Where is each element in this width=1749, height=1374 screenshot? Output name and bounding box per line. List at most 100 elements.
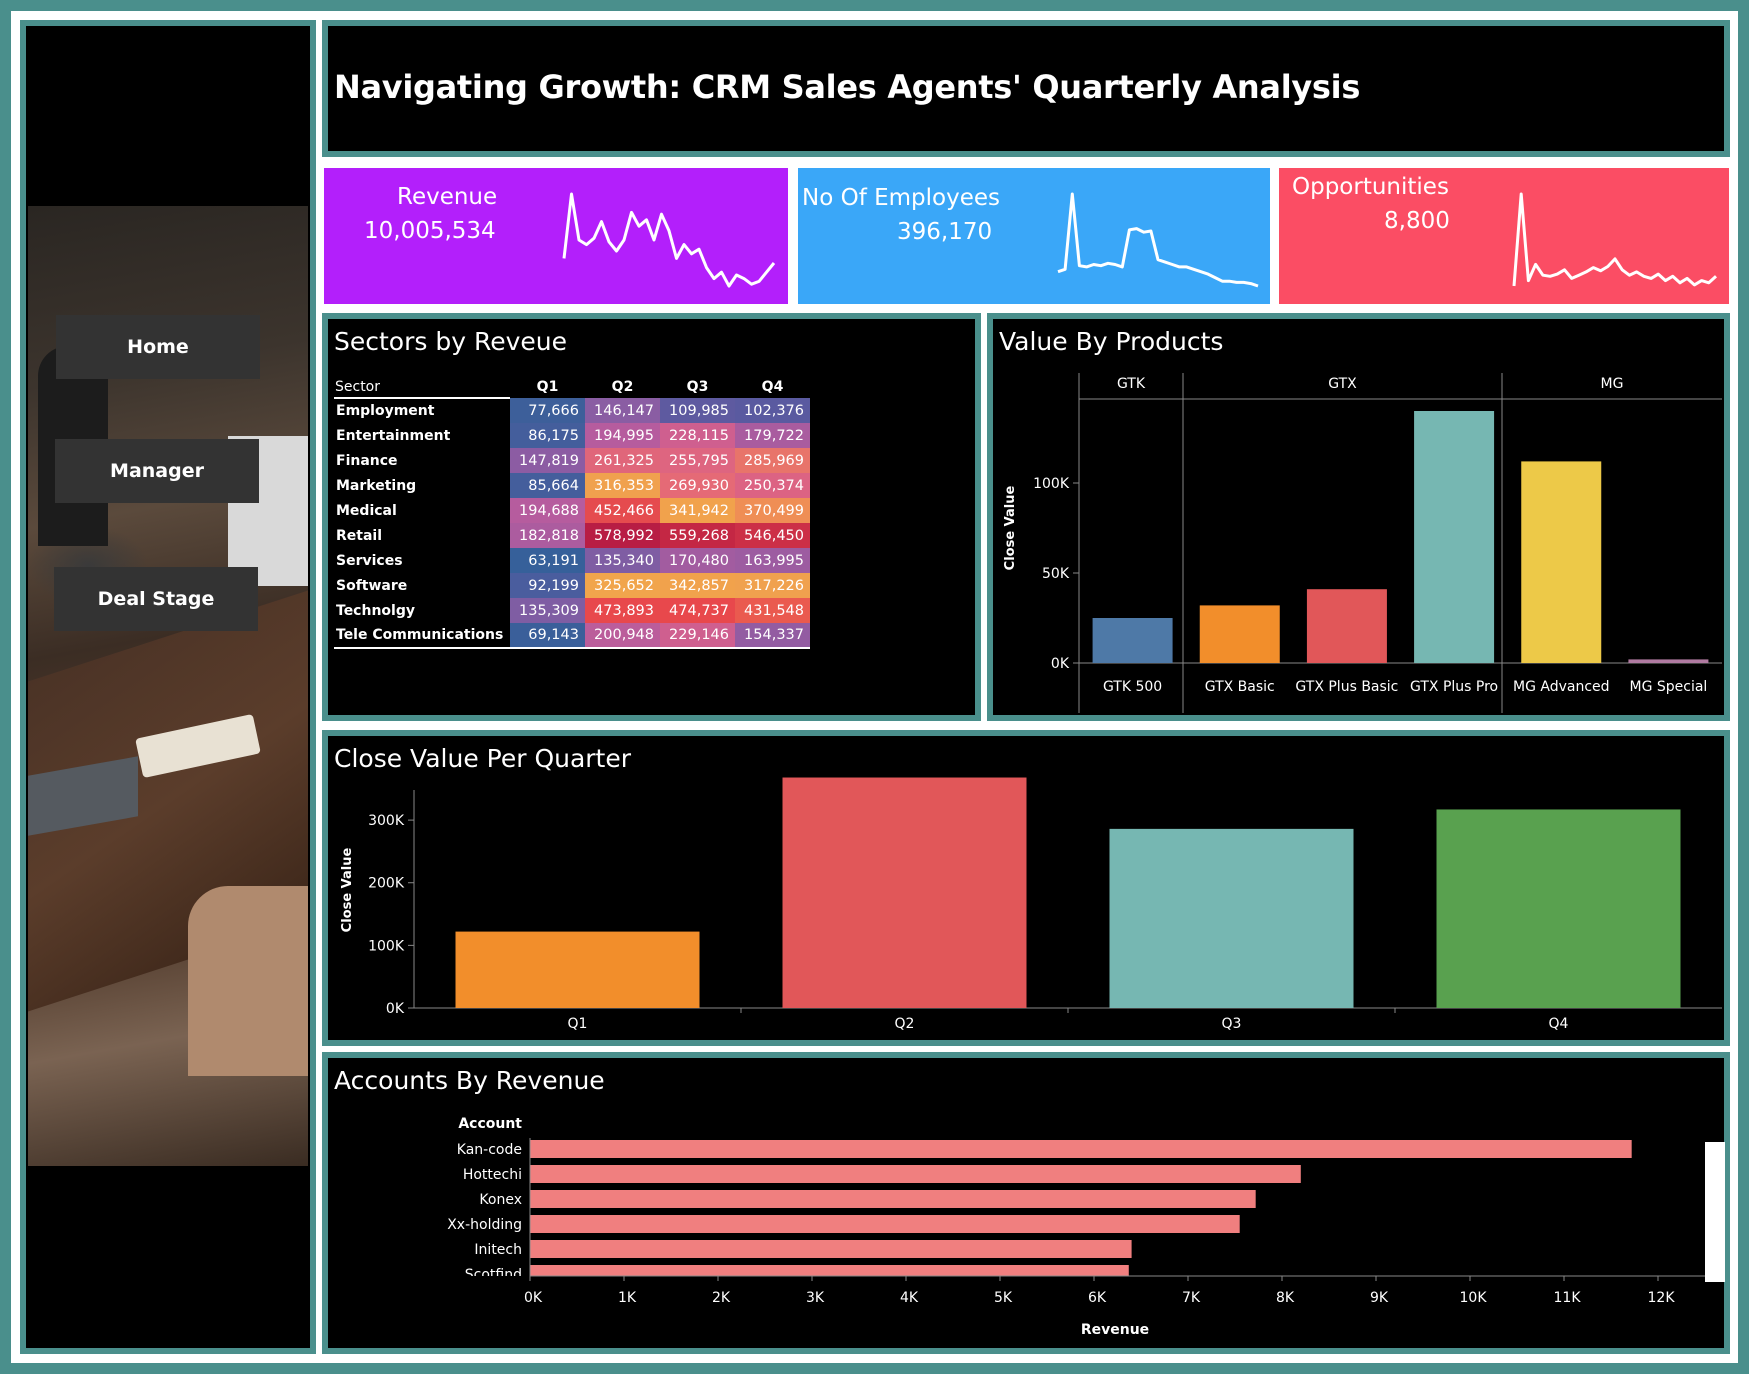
x-tick-label: 0K — [524, 1290, 543, 1306]
sidebar: Home Manager Deal Stage — [20, 20, 316, 1354]
heat-cell: 228,115 — [660, 423, 735, 448]
deal-stage-button[interactable]: Deal Stage — [54, 567, 258, 631]
bar-hottechi[interactable] — [530, 1165, 1301, 1183]
y-axis-label: Close Value — [340, 847, 355, 932]
sector-column-header: Sector — [334, 376, 510, 399]
revenue-label: Revenue — [397, 184, 498, 210]
y-tick-label: 0K — [386, 1001, 405, 1017]
table-row: Retail 182,818 578,992 559,268 546,450 — [334, 523, 810, 548]
bar-q1[interactable] — [455, 931, 700, 1008]
x-tick-label: Q1 — [568, 1016, 588, 1032]
bar-mg-advanced[interactable] — [1521, 461, 1602, 663]
table-row: Technolgy 135,309 473,893 474,737 431,548 — [334, 598, 810, 623]
table-row: Entertainment 86,175 194,995 228,115 179,722 — [334, 423, 810, 448]
sectors-title: Sectors by Reveue — [334, 327, 567, 356]
heat-cell: 86,175 — [510, 423, 585, 448]
account-column-header: Account — [458, 1116, 522, 1132]
opportunities-spark-line — [1512, 192, 1718, 287]
bar-mg-special[interactable] — [1628, 659, 1709, 663]
x-tick-label: 10K — [1460, 1290, 1488, 1306]
q2-column-header: Q2 — [611, 379, 634, 395]
quarter-bar-chart: 0K 100K 200K 300K Close Value Q1 Q2 Q3 Q4 — [340, 777, 1722, 1032]
x-tick-label: 3K — [806, 1290, 825, 1306]
y-tick-label: 200K — [368, 876, 405, 892]
account-label: Initech — [474, 1242, 522, 1258]
bar-scotfind[interactable] — [530, 1265, 1129, 1283]
x-tick-label: GTX Plus Basic — [1295, 679, 1398, 695]
heat-cell: 170,480 — [660, 548, 735, 573]
heat-cell: 147,819 — [510, 448, 585, 473]
x-axis-label: Revenue — [1081, 1322, 1149, 1338]
products-bar-chart: GTK GTX MG 0K 50K 100K Close Value GTK 500 GTX B… — [1003, 373, 1722, 713]
heat-cell: 255,795 — [660, 448, 735, 473]
heat-cell: 325,652 — [585, 573, 660, 598]
y-tick-label: 50K — [1042, 566, 1070, 582]
sector-name: Employment — [336, 403, 435, 419]
heat-cell: 77,666 — [510, 398, 585, 423]
x-tick-label: 7K — [1182, 1290, 1201, 1306]
heat-cell: 341,942 — [660, 498, 735, 523]
bar-gtx-plus-basic[interactable] — [1306, 589, 1387, 663]
page-title: Navigating Growth: CRM Sales Agents' Qua… — [334, 68, 1361, 106]
heat-cell: 316,353 — [585, 473, 660, 498]
heat-cell: 92,199 — [510, 573, 585, 598]
x-tick-label: 8K — [1276, 1290, 1295, 1306]
heat-cell: 135,340 — [585, 548, 660, 573]
heat-cell: 194,688 — [510, 498, 585, 523]
table-row: Medical 194,688 452,466 341,942 370,499 — [334, 498, 810, 523]
account-label: Konex — [479, 1192, 522, 1208]
revenue-sparkline — [562, 192, 776, 288]
account-label: Scotfind — [465, 1267, 522, 1283]
quarter-panel: Close Value Per Quarter 0K 100K 200K 300K Cl… — [322, 730, 1730, 1046]
heat-cell: 370,499 — [735, 498, 810, 523]
bar-q2[interactable] — [782, 777, 1027, 1008]
x-tick-label: 5K — [994, 1290, 1013, 1306]
x-tick-label: 6K — [1088, 1290, 1107, 1306]
opportunities-kpi-card: Opportunities 8,800 — [1279, 168, 1729, 304]
product-group-label: GTX — [1328, 376, 1357, 392]
employees-spark-line — [1057, 192, 1259, 288]
sector-name: Marketing — [336, 477, 417, 494]
bar-q4[interactable] — [1436, 809, 1681, 1008]
heat-cell: 135,309 — [510, 598, 585, 623]
employees-label: No Of Employees — [802, 185, 1000, 211]
bar-gtx-basic[interactable] — [1199, 605, 1280, 663]
bar-initech[interactable] — [530, 1240, 1132, 1258]
product-group-label: MG — [1601, 376, 1624, 392]
bar-gtk-500[interactable] — [1092, 618, 1173, 663]
sector-name: Retail — [336, 527, 383, 544]
account-label: Hottechi — [463, 1167, 522, 1183]
home-button[interactable]: Home — [56, 315, 260, 379]
table-row: Services 63,191 135,340 170,480 163,995 — [334, 548, 810, 573]
bar-xx-holding[interactable] — [530, 1215, 1240, 1233]
sector-name: Services — [336, 552, 403, 569]
account-label: Kan-code — [457, 1142, 522, 1158]
heat-cell: 182,818 — [510, 523, 585, 548]
y-tick-label: 100K — [368, 938, 405, 954]
accounts-scrollbar[interactable] — [1705, 1142, 1725, 1282]
x-tick-label: 12K — [1648, 1290, 1676, 1306]
opportunities-sparkline — [1512, 192, 1718, 287]
sector-name: Entertainment — [336, 427, 451, 444]
table-row: Marketing 85,664 316,353 269,930 250,374 — [334, 473, 810, 498]
x-tick-label: GTX Basic — [1205, 679, 1275, 695]
q4-column-header: Q4 — [761, 379, 784, 395]
accounts-bar-chart: Account Kan-code Hottechi Konex Xx-holding In… — [447, 1116, 1705, 1338]
manager-button[interactable]: Manager — [55, 439, 259, 503]
heat-cell: 85,664 — [510, 473, 585, 498]
x-tick-label: MG Advanced — [1513, 679, 1610, 695]
accounts-panel: Accounts By Revenue Account Kan-code Hotte… — [322, 1052, 1730, 1354]
bar-konex[interactable] — [530, 1190, 1256, 1208]
bar-kan-code[interactable] — [530, 1140, 1632, 1158]
heat-cell: 546,450 — [735, 523, 810, 548]
heat-cell: 431,548 — [735, 598, 810, 623]
products-panel: Value By Products GTK GTX MG 0K 50K 100K Close… — [987, 313, 1730, 721]
table-row: Employment 77,666 146,147 109,985 102,376 — [334, 398, 810, 423]
y-axis-label: Close Value — [1003, 485, 1018, 570]
x-tick-label: MG Special — [1630, 679, 1708, 695]
bar-gtx-plus-pro[interactable] — [1414, 411, 1495, 663]
employees-sparkline — [1057, 192, 1259, 288]
heat-cell: 474,737 — [660, 598, 735, 623]
bar-q3[interactable] — [1109, 828, 1354, 1008]
sector-name: Technolgy — [336, 602, 415, 619]
